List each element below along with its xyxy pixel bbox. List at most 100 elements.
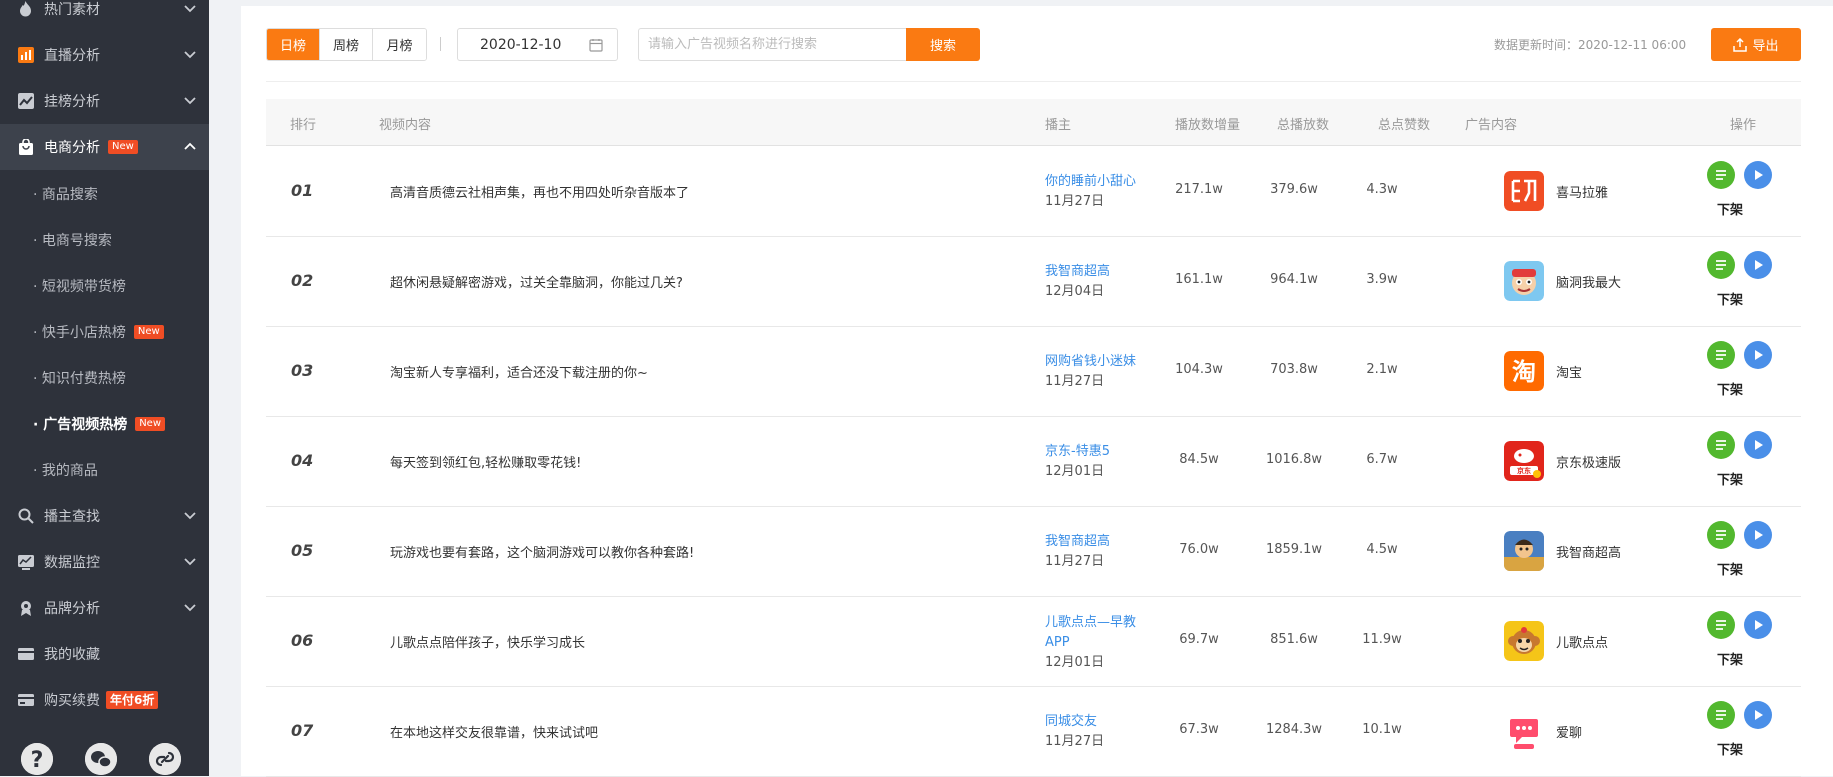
subnav-label: · 广告视频热榜 bbox=[33, 417, 128, 433]
nav-item-hot-material[interactable]: 热门素材 bbox=[0, 0, 209, 32]
play-button[interactable] bbox=[1744, 341, 1772, 369]
rank-number: 02 bbox=[291, 271, 314, 290]
subnav-label: · 短视频带货榜 bbox=[33, 279, 126, 295]
total-likes: 2.1w bbox=[1366, 362, 1398, 377]
subnav-ad-video-rank[interactable]: · 广告视频热榜 New bbox=[0, 401, 209, 447]
table-header: 排行 视频内容 播主 播放数增量 总播放数 总点赞数 广告内容 操作 bbox=[266, 99, 1801, 146]
date-picker[interactable]: 2020-12-10 bbox=[457, 28, 618, 61]
video-content[interactable]: 儿歌点点陪伴孩子，快乐学习成长 bbox=[390, 632, 585, 651]
anchor-link[interactable]: 我智商超高 bbox=[1045, 532, 1110, 552]
takedown-button[interactable]: 下架 bbox=[1717, 469, 1743, 488]
help-icon[interactable]: ? bbox=[21, 743, 53, 775]
wechat-icon[interactable] bbox=[85, 743, 117, 775]
new-badge: New bbox=[108, 140, 138, 154]
nav-item-live-analysis[interactable]: 直播分析 bbox=[0, 32, 209, 78]
takedown-button[interactable]: 下架 bbox=[1717, 379, 1743, 398]
video-content[interactable]: 超休闲悬疑解密游戏，过关全靠脑洞，你能过几关? bbox=[390, 272, 683, 291]
nav-label: 播主查找 bbox=[44, 509, 100, 525]
list-icon bbox=[1716, 440, 1726, 450]
play-icon bbox=[1755, 710, 1763, 720]
play-button[interactable] bbox=[1744, 611, 1772, 639]
export-button[interactable]: 导出 bbox=[1711, 28, 1801, 61]
anchor-link[interactable]: 网购省钱小迷妹 bbox=[1045, 352, 1136, 372]
total-plays: 1016.8w bbox=[1265, 452, 1323, 467]
toolbar-divider bbox=[266, 81, 1801, 82]
detail-button[interactable] bbox=[1707, 521, 1735, 549]
search-icon bbox=[17, 508, 34, 525]
rank-number: 04 bbox=[291, 451, 314, 470]
detail-button[interactable] bbox=[1707, 161, 1735, 189]
video-content[interactable]: 高清音质德云社相声集，再也不用四处听杂音版本了 bbox=[390, 182, 689, 201]
detail-button[interactable] bbox=[1707, 701, 1735, 729]
nav-item-ecommerce-analysis[interactable]: 电商分析 New bbox=[0, 124, 209, 170]
play-icon bbox=[1755, 260, 1763, 270]
nav-item-brand-analysis[interactable]: 品牌分析 bbox=[0, 585, 209, 631]
list-icon bbox=[1716, 260, 1726, 270]
nav-item-purchase-renew[interactable]: 购买续费 年付6折 bbox=[0, 677, 209, 723]
date-value: 2020-12-10 bbox=[480, 36, 562, 53]
play-button[interactable] bbox=[1744, 521, 1772, 549]
detail-button[interactable] bbox=[1707, 341, 1735, 369]
detail-button[interactable] bbox=[1707, 251, 1735, 279]
video-content[interactable]: 每天签到领红包,轻松赚取零花钱! bbox=[390, 452, 581, 471]
subnav-kuaishou-shop[interactable]: · 快手小店热榜 New bbox=[0, 309, 209, 355]
anchor-link[interactable]: 你的睡前小甜心 bbox=[1045, 172, 1136, 192]
tab-daily[interactable]: 日榜 bbox=[267, 29, 320, 60]
subnav-knowledge-pay[interactable]: · 知识付费热榜 bbox=[0, 355, 209, 401]
play-icon bbox=[1755, 440, 1763, 450]
detail-button[interactable] bbox=[1707, 611, 1735, 639]
link-icon[interactable] bbox=[149, 743, 181, 775]
video-content[interactable]: 在本地这样交友很靠谱，快来试试吧 bbox=[390, 722, 598, 741]
game-face-icon bbox=[1504, 261, 1544, 301]
bar-chart-icon bbox=[17, 47, 34, 64]
monkey-icon bbox=[1504, 621, 1544, 661]
col-rank: 排行 bbox=[290, 118, 317, 133]
subnav-label: · 快手小店热榜 bbox=[33, 325, 126, 341]
list-icon bbox=[1716, 710, 1726, 720]
trend-icon bbox=[17, 93, 34, 110]
anchor-link[interactable]: 同城交友 bbox=[1045, 712, 1097, 732]
subnav-ecommerce-account-search[interactable]: · 电商号搜索 bbox=[0, 217, 209, 263]
table-row: 06 儿歌点点陪伴孩子，快乐学习成长 儿歌点点—早教APP 12月01日 69.7w 85… bbox=[266, 597, 1801, 687]
publish-date: 11月27日 bbox=[1045, 734, 1105, 749]
play-button[interactable] bbox=[1744, 701, 1772, 729]
anchor-link[interactable]: 我智商超高 bbox=[1045, 262, 1110, 282]
takedown-button[interactable]: 下架 bbox=[1717, 199, 1743, 218]
video-content[interactable]: 淘宝新人专享福利，适合还没下载注册的你~ bbox=[390, 362, 648, 381]
subnav-my-products[interactable]: · 我的商品 bbox=[0, 447, 209, 493]
collect-icon bbox=[17, 646, 34, 663]
col-content: 视频内容 bbox=[379, 118, 432, 133]
chat-bubble-icon bbox=[1504, 711, 1544, 751]
flame-icon bbox=[17, 1, 34, 18]
anchor-link[interactable]: 儿歌点点—早教APP bbox=[1045, 613, 1155, 653]
takedown-button[interactable]: 下架 bbox=[1717, 289, 1743, 308]
nav-label: 数据监控 bbox=[44, 555, 100, 571]
search-button[interactable]: 搜索 bbox=[906, 28, 980, 61]
subnav-label: · 我的商品 bbox=[33, 463, 98, 479]
play-button[interactable] bbox=[1744, 251, 1772, 279]
takedown-button[interactable]: 下架 bbox=[1717, 559, 1743, 578]
tab-weekly[interactable]: 周榜 bbox=[320, 29, 373, 60]
total-likes: 3.9w bbox=[1366, 272, 1398, 287]
table-row: 07 在本地这样交友很靠谱，快来试试吧 同城交友 11月27日 67.3w 1284.3w… bbox=[266, 687, 1801, 777]
play-button[interactable] bbox=[1744, 431, 1772, 459]
nav-item-my-collection[interactable]: 我的收藏 bbox=[0, 631, 209, 677]
nav-label: 品牌分析 bbox=[44, 601, 100, 617]
rank-number: 07 bbox=[291, 721, 314, 740]
search-input[interactable] bbox=[638, 28, 906, 61]
subnav-label: · 电商号搜索 bbox=[33, 233, 112, 249]
toolbar: 日榜 周榜 月榜 2020-12-10 搜索 数据更新时间：2020-12-11… bbox=[241, 28, 1833, 62]
publish-date: 12月04日 bbox=[1045, 284, 1105, 299]
detail-button[interactable] bbox=[1707, 431, 1735, 459]
nav-item-rank-analysis[interactable]: 挂榜分析 bbox=[0, 78, 209, 124]
video-content[interactable]: 玩游戏也要有套路，这个脑洞游戏可以教你各种套路! bbox=[390, 542, 694, 561]
nav-item-data-monitor[interactable]: 数据监控 bbox=[0, 539, 209, 585]
nav-item-anchor-search[interactable]: 播主查找 bbox=[0, 493, 209, 539]
play-button[interactable] bbox=[1744, 161, 1772, 189]
takedown-button[interactable]: 下架 bbox=[1717, 739, 1743, 758]
tab-monthly[interactable]: 月榜 bbox=[373, 29, 426, 60]
anchor-link[interactable]: 京东-特惠5 bbox=[1045, 442, 1110, 462]
takedown-button[interactable]: 下架 bbox=[1717, 649, 1743, 668]
subnav-product-search[interactable]: · 商品搜索 bbox=[0, 171, 209, 217]
subnav-short-video-sales[interactable]: · 短视频带货榜 bbox=[0, 263, 209, 309]
